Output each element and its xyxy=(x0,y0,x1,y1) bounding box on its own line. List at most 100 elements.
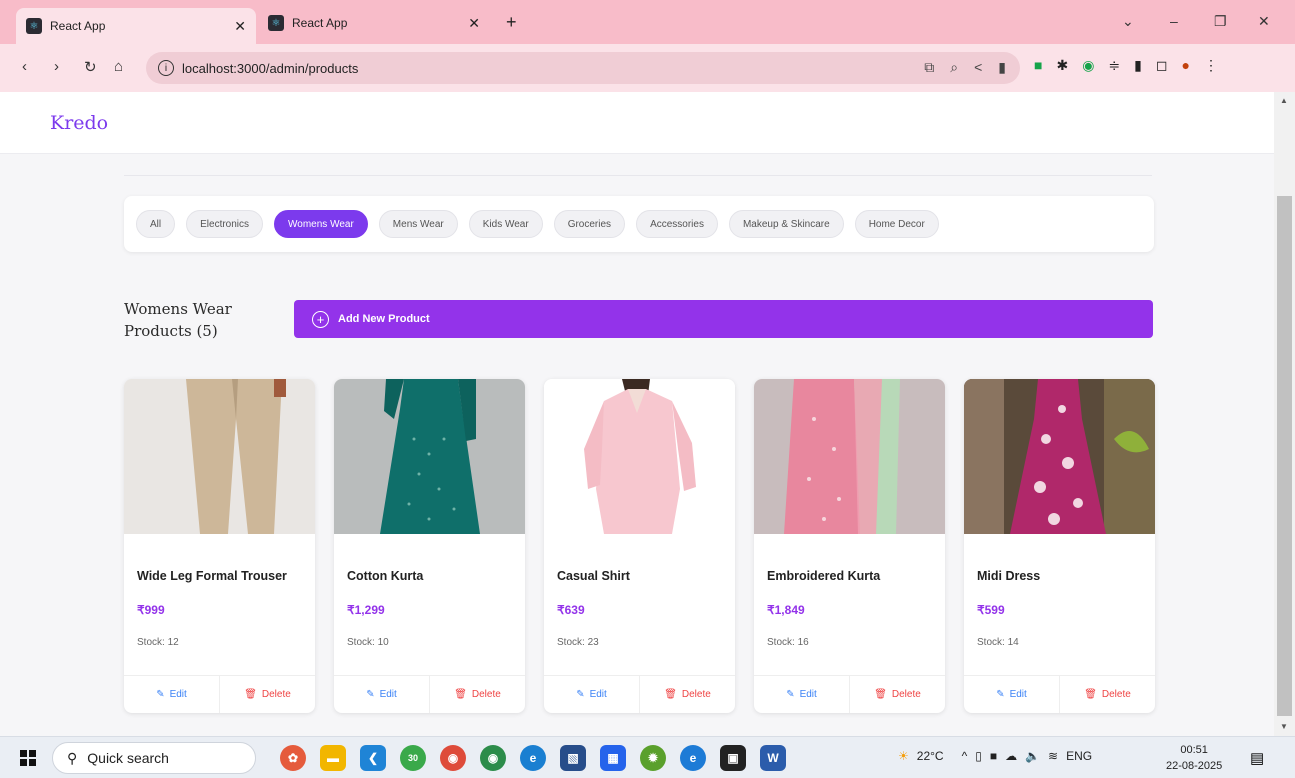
edit-button[interactable]: ✎ Edit xyxy=(334,676,430,713)
extension-icon[interactable]: ■ xyxy=(1034,57,1042,74)
category-chip[interactable]: Makeup & Skincare xyxy=(728,210,844,238)
bookmark-icon[interactable]: ▮ xyxy=(998,59,1006,76)
browser-tab[interactable]: ⚛ React App ✕ xyxy=(258,8,490,38)
extension-icon[interactable]: ◉ xyxy=(1082,57,1094,74)
home-icon[interactable]: ⌂ xyxy=(114,58,123,75)
trash-icon: 🗑 xyxy=(454,689,467,700)
delete-button[interactable]: 🗑 Delete xyxy=(640,676,735,713)
edge-icon[interactable]: e xyxy=(520,745,546,771)
cloud-icon[interactable]: ☁ xyxy=(1005,749,1017,763)
react-favicon-icon: ⚛ xyxy=(268,15,284,31)
close-tab-icon[interactable]: ✕ xyxy=(234,18,246,35)
forward-icon[interactable]: › xyxy=(54,58,59,75)
restore-icon[interactable]: ❐ xyxy=(1214,13,1227,30)
edit-button[interactable]: ✎ Edit xyxy=(964,676,1060,713)
edit-icon: ✎ xyxy=(996,689,1005,700)
share-icon[interactable]: < xyxy=(974,59,982,76)
category-chip[interactable]: Groceries xyxy=(553,210,626,238)
close-window-icon[interactable]: ✕ xyxy=(1258,13,1270,30)
word-icon[interactable]: W xyxy=(760,745,786,771)
product-image xyxy=(964,379,1155,534)
product-name: Cotton Kurta xyxy=(347,569,424,583)
wifi-icon[interactable]: ≋ xyxy=(1048,749,1058,763)
category-chip[interactable]: Mens Wear xyxy=(378,210,458,238)
reload-icon[interactable]: ↻ xyxy=(84,58,97,76)
chevron-up-icon[interactable]: ^ xyxy=(962,749,968,763)
widget-icon[interactable]: ✿ xyxy=(280,745,306,771)
notifications-icon[interactable]: ▤ xyxy=(1250,749,1264,767)
weather-icon[interactable]: ☀ xyxy=(898,749,909,763)
search-icon: ⚲ xyxy=(67,749,78,766)
product-image xyxy=(754,379,945,534)
vertical-scrollbar[interactable]: ▲ ▼ xyxy=(1274,92,1295,736)
taskbar-clock[interactable]: 00:51 22-08-2025 xyxy=(1166,742,1222,774)
zoom-icon[interactable]: ⌕ xyxy=(950,59,958,76)
reading-list-icon[interactable]: ▮ xyxy=(1134,57,1142,74)
add-new-product-button[interactable]: + Add New Product xyxy=(294,300,1153,338)
windows-start-icon[interactable] xyxy=(20,750,36,766)
weather-temp[interactable]: 22°C xyxy=(917,749,944,763)
product-name: Midi Dress xyxy=(977,569,1041,583)
tab-search-icon[interactable]: ⌄ xyxy=(1122,13,1134,30)
app-header: Kredo xyxy=(0,92,1274,154)
store-icon[interactable]: ▦ xyxy=(600,745,626,771)
edit-button[interactable]: ✎ Edit xyxy=(544,676,640,713)
close-tab-icon[interactable]: ✕ xyxy=(468,15,480,32)
category-chip[interactable]: All xyxy=(136,210,176,238)
chrome-icon[interactable]: ◉ xyxy=(440,745,466,771)
taskbar-search[interactable]: ⚲ Quick search xyxy=(52,742,256,774)
divider xyxy=(124,175,1152,176)
category-chip[interactable]: Home Decor xyxy=(854,210,939,238)
site-info-icon[interactable]: i xyxy=(158,60,174,76)
tray-icon[interactable]: ■ xyxy=(990,749,997,763)
app-icon[interactable]: ✹ xyxy=(640,745,666,771)
scroll-down-icon[interactable]: ▼ xyxy=(1280,722,1288,731)
product-price: ₹639 xyxy=(557,603,585,617)
delete-button[interactable]: 🗑 Delete xyxy=(850,676,945,713)
minimize-icon[interactable]: – xyxy=(1170,13,1178,29)
edit-button[interactable]: ✎ Edit xyxy=(754,676,850,713)
chrome-profile-icon[interactable]: ◉ xyxy=(480,745,506,771)
scroll-up-icon[interactable]: ▲ xyxy=(1280,96,1288,105)
file-explorer-icon[interactable]: ▬ xyxy=(320,745,346,771)
install-icon[interactable]: ⧉ xyxy=(924,59,934,76)
product-name: Casual Shirt xyxy=(557,569,630,583)
product-card: Cotton Kurta ₹1,299 Stock: 10 ✎ Edit 🗑 Del… xyxy=(334,379,525,713)
delete-button[interactable]: 🗑 Delete xyxy=(430,676,525,713)
back-icon[interactable]: ‹ xyxy=(22,58,27,75)
side-panel-icon[interactable]: ◻ xyxy=(1156,57,1168,74)
category-chip[interactable]: Womens Wear xyxy=(274,210,368,238)
card-actions: ✎ Edit 🗑 Delete xyxy=(334,675,525,713)
logo[interactable]: Kredo xyxy=(50,112,108,134)
menu-icon[interactable]: ⋮ xyxy=(1204,57,1218,74)
new-tab-icon[interactable]: + xyxy=(506,12,517,33)
windows-taskbar: ⚲ Quick search ✿ ▬ ❮ 30 ◉ ◉ e ▧ ▦ ✹ e ▣ … xyxy=(0,736,1295,778)
delete-button[interactable]: 🗑 Delete xyxy=(1060,676,1155,713)
profile-avatar-icon[interactable]: ● xyxy=(1182,57,1190,74)
category-chip[interactable]: Accessories xyxy=(636,210,718,238)
category-chip[interactable]: Electronics xyxy=(186,210,264,238)
volume-icon[interactable]: 🔈 xyxy=(1025,749,1040,763)
vscode-icon[interactable]: ❮ xyxy=(360,745,386,771)
app-icon[interactable]: ▧ xyxy=(560,745,586,771)
puzzle-icon[interactable]: ✱ xyxy=(1056,57,1068,74)
category-chip[interactable]: Kids Wear xyxy=(468,210,543,238)
card-actions: ✎ Edit 🗑 Delete xyxy=(754,675,945,713)
browser-tab-strip: ⚛ React App ✕ ⚛ React App ✕ + ⌄ – ❐ ✕ xyxy=(0,0,1295,44)
search-placeholder: Quick search xyxy=(87,750,169,766)
delete-button[interactable]: 🗑 Delete xyxy=(220,676,315,713)
whatsapp-icon[interactable]: 30 xyxy=(400,745,426,771)
product-image xyxy=(124,379,315,534)
downloads-icon[interactable]: ≑ xyxy=(1108,57,1120,74)
edge-icon[interactable]: e xyxy=(680,745,706,771)
browser-tab[interactable]: ⚛ React App ✕ xyxy=(16,8,256,44)
address-bar[interactable]: i localhost:3000/admin/products ⧉ ⌕ < ▮ xyxy=(146,52,1020,84)
edit-button[interactable]: ✎ Edit xyxy=(124,676,220,713)
product-stock: Stock: 12 xyxy=(137,637,179,648)
language-indicator[interactable]: ENG xyxy=(1066,749,1092,763)
plus-icon: + xyxy=(312,310,329,328)
tray-icon[interactable]: ▯ xyxy=(975,749,982,763)
scrollbar-thumb[interactable] xyxy=(1277,196,1292,716)
product-image xyxy=(334,379,525,534)
terminal-icon[interactable]: ▣ xyxy=(720,745,746,771)
